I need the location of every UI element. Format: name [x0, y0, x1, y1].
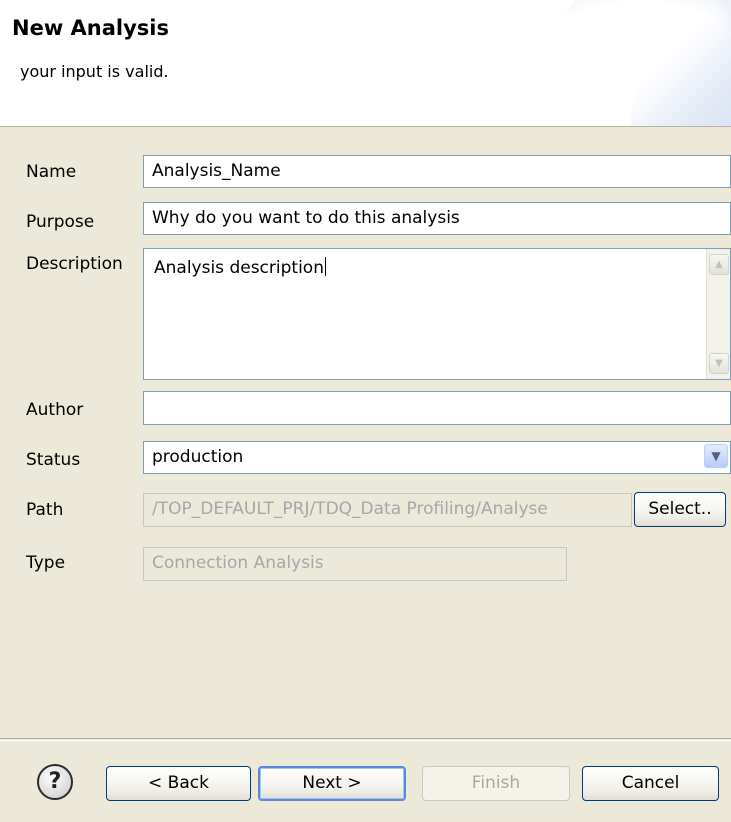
author-label: Author: [26, 400, 84, 420]
wizard-title: New Analysis: [12, 16, 169, 40]
next-button[interactable]: Next >: [258, 766, 406, 801]
type-label: Type: [26, 553, 66, 573]
purpose-field[interactable]: Why do you want to do this analysis: [143, 202, 731, 235]
description-label: Description: [26, 254, 123, 274]
name-field[interactable]: Analysis_Name: [143, 155, 731, 188]
author-field[interactable]: [143, 391, 731, 425]
analysis-form: Name Analysis_Name Purpose Why do you wa…: [0, 128, 731, 738]
type-field: Connection Analysis: [143, 547, 567, 581]
status-selected-value: production: [152, 447, 244, 467]
description-text: Analysis description: [154, 258, 324, 278]
cancel-button[interactable]: Cancel: [582, 766, 719, 801]
status-select[interactable]: production ▼: [143, 441, 731, 474]
description-textarea[interactable]: Analysis description ▲ ▼: [143, 248, 731, 380]
purpose-label: Purpose: [26, 212, 95, 232]
path-field: /TOP_DEFAULT_PRJ/TDQ_Data Profiling/Anal…: [143, 493, 632, 527]
scroll-up-icon[interactable]: ▲: [709, 254, 729, 275]
name-label: Name: [26, 162, 77, 182]
back-button[interactable]: < Back: [106, 766, 251, 801]
help-icon[interactable]: ?: [37, 764, 73, 800]
wizard-header: New Analysis your input is valid.: [0, 0, 731, 127]
status-label: Status: [26, 450, 81, 470]
path-label: Path: [26, 500, 64, 520]
wizard-message: your input is valid.: [20, 62, 169, 81]
finish-button[interactable]: Finish: [422, 766, 570, 801]
select-path-button[interactable]: Select..: [634, 492, 726, 527]
wizard-footer: ? < Back Next > Finish Cancel: [0, 738, 731, 822]
scroll-down-icon[interactable]: ▼: [709, 353, 729, 374]
text-caret: [324, 257, 326, 276]
chevron-down-icon[interactable]: ▼: [704, 444, 728, 468]
description-scrollbar[interactable]: ▲ ▼: [706, 249, 730, 379]
